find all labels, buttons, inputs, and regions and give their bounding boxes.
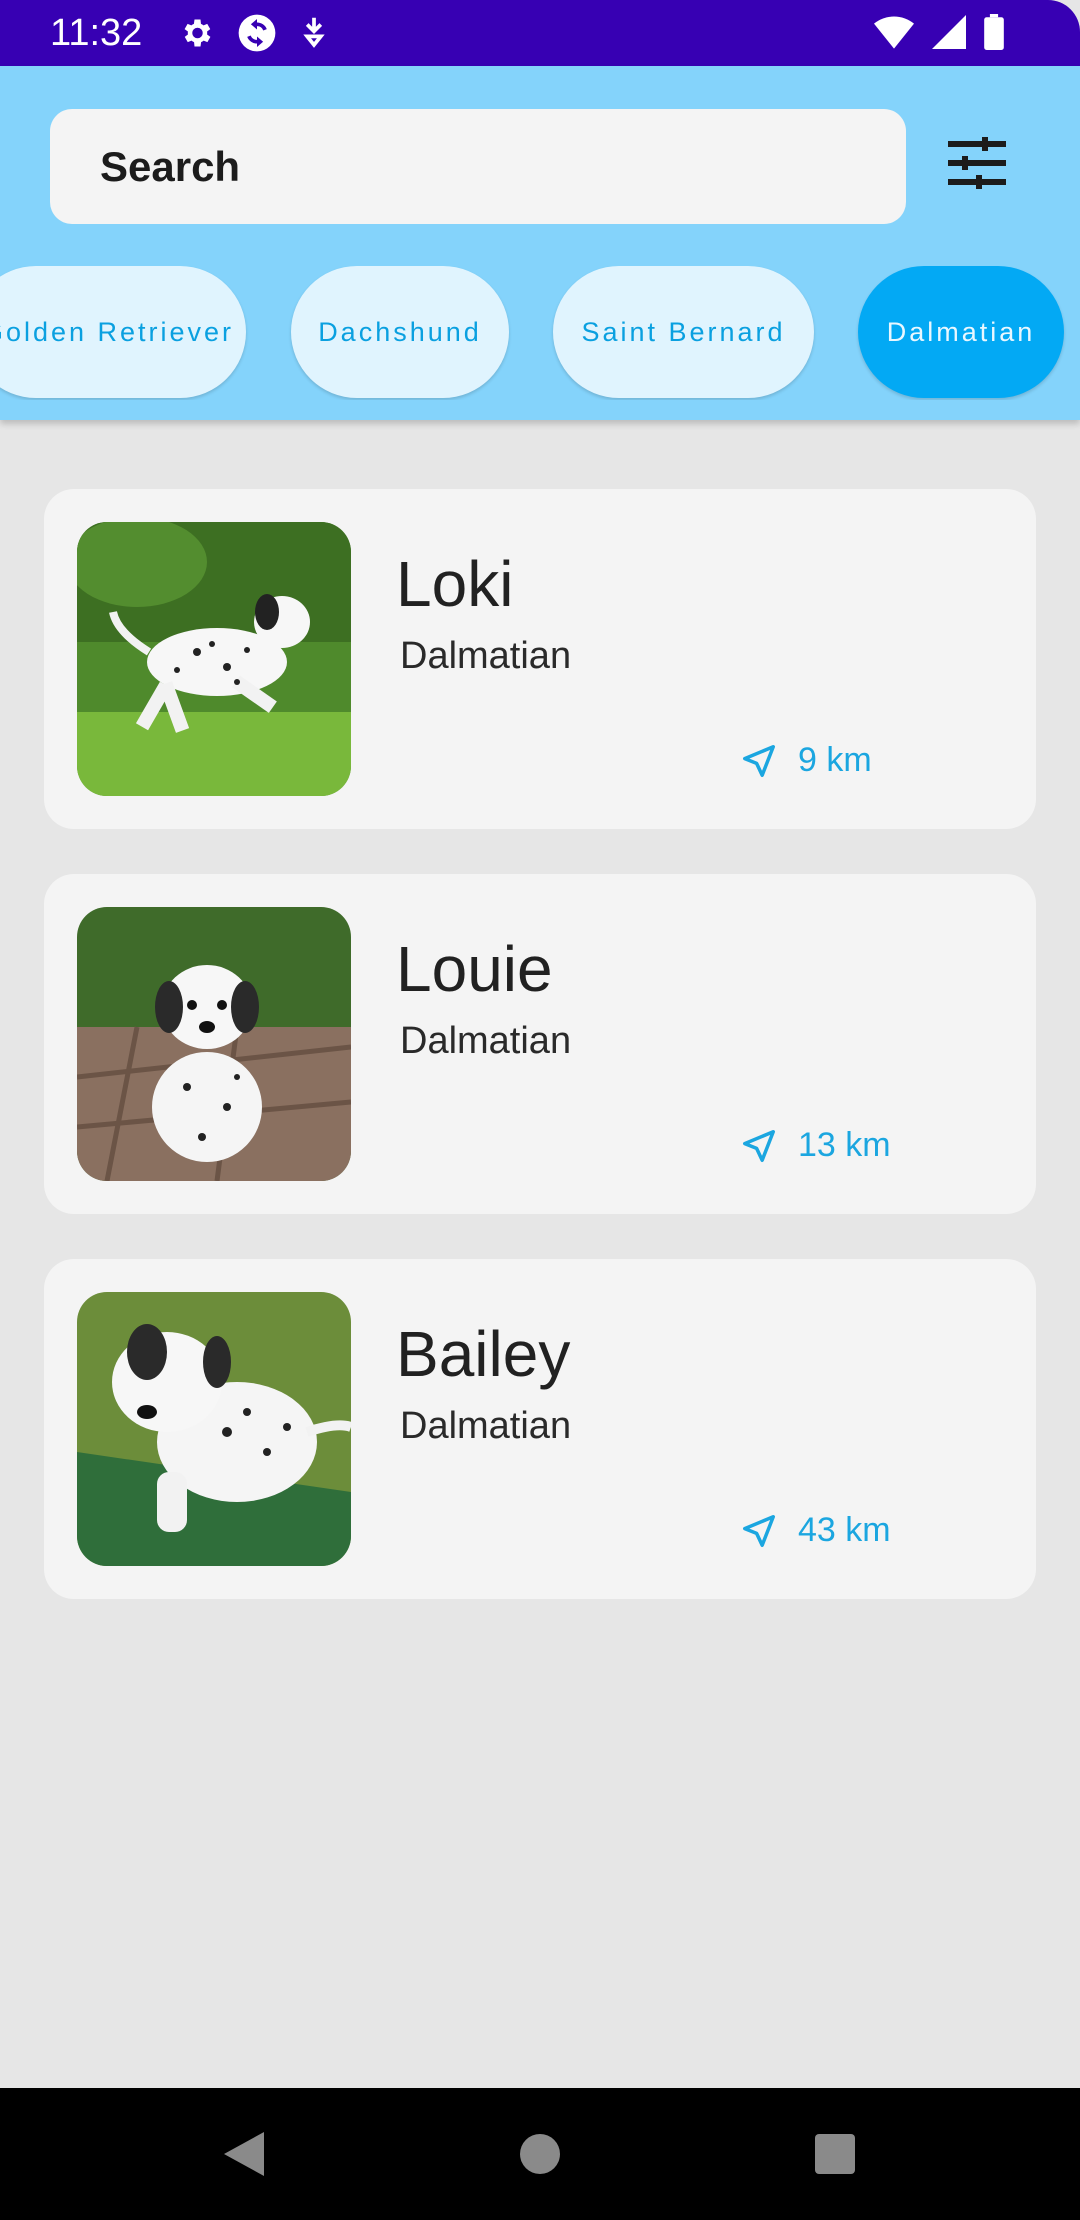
chip-dalmatian[interactable]: Dalmatian — [858, 266, 1064, 398]
home-icon — [520, 2134, 560, 2174]
dog-breed: Dalmatian — [400, 1405, 572, 1447]
wifi-icon — [874, 16, 914, 49]
battery-icon — [984, 14, 1004, 50]
dog-distance: 13 km — [740, 1126, 891, 1165]
download-icon — [303, 17, 325, 48]
status-icons-right — [874, 14, 1004, 50]
status-bar: 11:32 — [0, 0, 1080, 66]
navigation-icon — [743, 1514, 775, 1547]
dog-distance: 43 km — [740, 1511, 891, 1550]
recents-icon — [815, 2134, 855, 2174]
recents-button[interactable] — [805, 2124, 865, 2184]
app-header: Search Golden Retriever Dachshund Saint … — [0, 66, 1080, 420]
distance-value: 9 km — [798, 741, 872, 779]
breed-chips: Golden Retriever Dachshund Saint Bernard… — [0, 266, 1080, 400]
dog-card[interactable]: Bailey Dalmatian 43 km — [44, 1259, 1036, 1599]
signal-icon — [932, 15, 966, 49]
chip-label: Golden Retriever — [0, 316, 235, 347]
status-icons-left — [178, 12, 328, 54]
chip-golden-retriever[interactable]: Golden Retriever — [0, 266, 246, 398]
dog-photo — [77, 522, 351, 796]
filter-button[interactable] — [940, 126, 1014, 200]
dog-breed: Dalmatian — [400, 1020, 572, 1062]
dog-photo — [77, 1292, 351, 1566]
dog-name: Louie — [396, 933, 553, 1005]
distance-value: 43 km — [798, 1511, 891, 1549]
chip-dachshund[interactable]: Dachshund — [291, 266, 509, 398]
chip-label: Dachshund — [318, 316, 482, 347]
tune-icon — [948, 137, 1006, 189]
chip-label: Saint Bernard — [581, 316, 786, 347]
navigation-bar — [0, 2088, 1080, 2220]
dog-photo — [77, 907, 351, 1181]
dog-breed: Dalmatian — [400, 635, 572, 677]
dog-card[interactable]: Louie Dalmatian 13 km — [44, 874, 1036, 1214]
search-input[interactable]: Search — [50, 109, 906, 224]
dog-card[interactable]: Loki Dalmatian 9 km — [44, 489, 1036, 829]
chip-saint-bernard[interactable]: Saint Bernard — [553, 266, 814, 398]
back-icon — [224, 2132, 264, 2176]
navigation-icon — [743, 1129, 775, 1162]
sync-icon — [238, 14, 276, 52]
dog-name: Bailey — [396, 1318, 571, 1390]
navigation-icon — [743, 744, 775, 777]
gear-icon — [184, 19, 211, 47]
back-button[interactable] — [214, 2124, 274, 2184]
distance-value: 13 km — [798, 1126, 891, 1164]
search-text: Search — [100, 142, 241, 190]
dog-distance: 9 km — [740, 741, 872, 780]
dog-name: Loki — [396, 548, 514, 620]
status-time: 11:32 — [50, 12, 143, 54]
home-button[interactable] — [510, 2124, 570, 2184]
chip-label: Dalmatian — [886, 316, 1036, 347]
